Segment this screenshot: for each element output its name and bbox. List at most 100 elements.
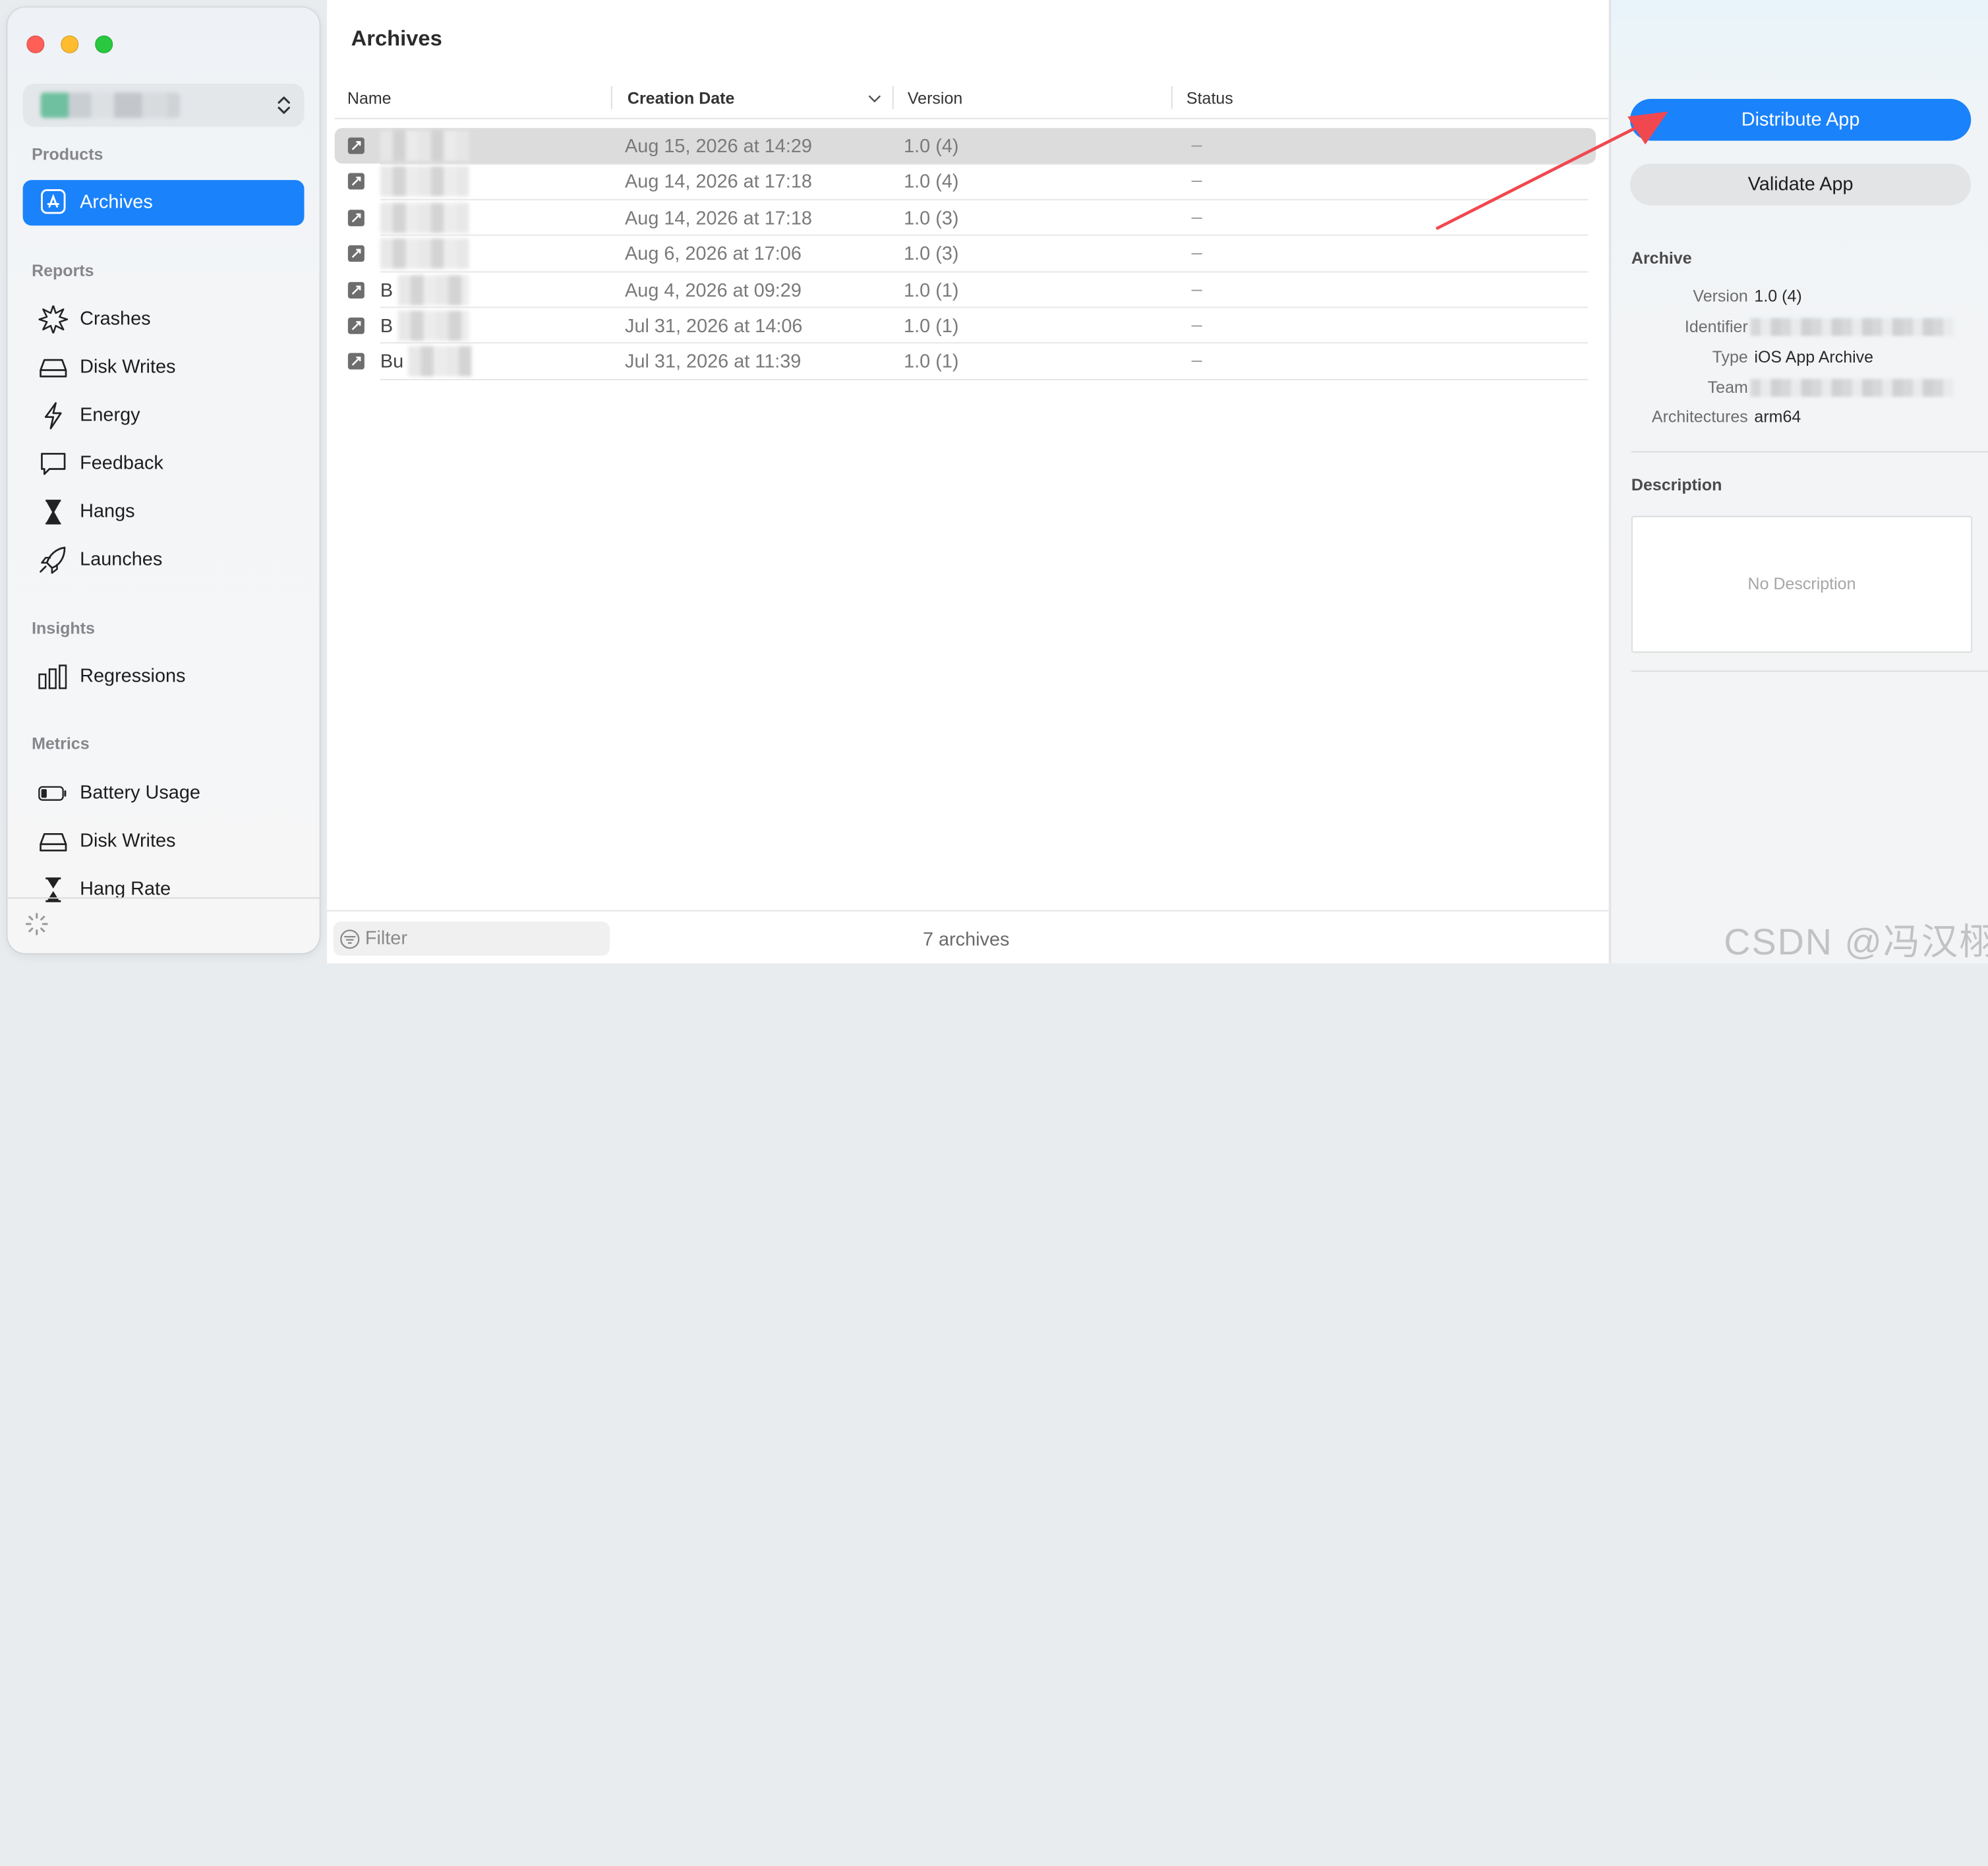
sidebar-footer-divider <box>7 897 320 899</box>
archive-date: Aug 4, 2026 at 09:29 <box>625 279 802 302</box>
inspector-divider <box>1631 670 1988 672</box>
archive-name: B <box>380 315 394 337</box>
archive-version: 1.0 (3) <box>904 208 959 230</box>
sidebar-item-label: Archives <box>80 191 153 214</box>
archive-status: – <box>1191 349 1202 372</box>
sidebar-item-hangs[interactable]: Hangs <box>23 489 305 535</box>
archive-date: Aug 15, 2026 at 14:29 <box>625 135 812 158</box>
table-row[interactable]: B Jul 31, 2026 at 14:06 1.0 (1) – <box>335 308 1596 343</box>
sidebar-item-label: Crashes <box>80 308 151 330</box>
table-row[interactable]: B Aug 4, 2026 at 09:29 1.0 (1) – <box>335 272 1596 308</box>
table-row[interactable]: Aug 14, 2026 at 17:18 1.0 (3) – <box>335 200 1596 236</box>
footer-divider <box>327 910 1609 912</box>
row-divider <box>380 378 1589 380</box>
redacted-name <box>380 131 469 161</box>
activity-spinner-icon <box>25 912 48 935</box>
app-store-icon <box>41 189 66 214</box>
table-row[interactable]: Aug 14, 2026 at 17:18 1.0 (4) – <box>335 163 1596 199</box>
redacted-name <box>380 165 469 197</box>
field-key-version: Version <box>1693 286 1748 306</box>
sidebar-item-label: Hangs <box>80 500 135 523</box>
archive-date: Jul 31, 2026 at 14:06 <box>625 315 803 337</box>
bolt-icon <box>44 402 62 430</box>
sidebar-item-label: Feedback <box>80 452 163 475</box>
watermark: CSDN @冯汉栩 <box>1724 922 1988 964</box>
bars-icon <box>38 664 67 689</box>
distribute-app-button[interactable]: Distribute App <box>1629 98 1972 141</box>
archive-status: – <box>1191 242 1202 264</box>
archive-version: 1.0 (4) <box>904 171 959 193</box>
redacted-name <box>397 275 469 306</box>
archives-list-pane: Archives Name Creation Date Version Stat… <box>327 0 1609 964</box>
archive-status: – <box>1191 134 1202 156</box>
archive-icon <box>347 353 365 370</box>
redacted-identifier <box>1750 318 1954 336</box>
sidebar: Products Archives Reports Crashes Disk W… <box>7 7 320 954</box>
hourglass-icon <box>45 500 61 525</box>
field-key-team: Team <box>1707 378 1748 397</box>
table-row[interactable]: Bu Jul 31, 2026 at 11:39 1.0 (1) – <box>335 343 1596 379</box>
sidebar-item-disk-writes-metric[interactable]: Disk Writes <box>23 819 305 864</box>
section-header-insights: Insights <box>32 618 95 638</box>
archive-version: 1.0 (1) <box>904 279 959 302</box>
speech-bubble-icon <box>41 453 66 475</box>
minimize-window-button[interactable] <box>61 35 79 53</box>
filter-icon <box>340 929 360 949</box>
hourglass-icon <box>45 877 61 902</box>
table-row[interactable]: Aug 15, 2026 at 14:29 1.0 (4) – <box>334 128 1596 164</box>
sidebar-item-label: Disk Writes <box>80 356 176 378</box>
column-header-creation-date[interactable]: Creation Date <box>628 89 735 108</box>
archive-icon <box>347 317 365 334</box>
archive-icon <box>347 173 365 190</box>
description-field[interactable]: No Description <box>1631 515 1973 653</box>
archive-date: Aug 14, 2026 at 17:18 <box>625 171 812 193</box>
close-window-button[interactable] <box>26 35 45 53</box>
battery-icon <box>38 786 67 801</box>
crash-icon <box>38 305 69 334</box>
archive-name: Bu <box>380 351 404 373</box>
chevron-down-icon <box>868 95 881 103</box>
sidebar-item-feedback[interactable]: Feedback <box>23 441 305 486</box>
redacted-name <box>397 310 469 341</box>
archive-heading: Archive <box>1631 248 1692 268</box>
sidebar-item-hang-rate[interactable]: Hang Rate <box>23 867 305 912</box>
archive-version: 1.0 (4) <box>904 135 959 158</box>
disk-icon <box>40 359 67 378</box>
archive-status: – <box>1191 206 1202 229</box>
archive-date: Aug 6, 2026 at 17:06 <box>625 243 802 265</box>
column-header-version[interactable]: Version <box>908 89 962 108</box>
annotation-arrow-icon <box>1436 111 1668 230</box>
sidebar-item-battery-usage[interactable]: Battery Usage <box>23 771 305 816</box>
sidebar-item-label: Battery Usage <box>80 782 200 804</box>
column-header-name[interactable]: Name <box>347 89 392 108</box>
sidebar-item-crashes[interactable]: Crashes <box>23 297 305 342</box>
team-avatar <box>40 92 181 118</box>
sidebar-item-label: Hang Rate <box>80 878 171 900</box>
page-title: Archives <box>351 26 442 51</box>
filter-placeholder: Filter <box>365 927 407 950</box>
sidebar-item-regressions[interactable]: Regressions <box>23 654 305 699</box>
archive-version: 1.0 (1) <box>904 351 959 373</box>
archive-status: – <box>1191 169 1202 192</box>
sidebar-item-launches[interactable]: Launches <box>23 537 305 583</box>
sidebar-item-disk-writes[interactable]: Disk Writes <box>23 345 305 390</box>
rocket-icon <box>40 546 66 574</box>
sidebar-item-energy[interactable]: Energy <box>23 393 305 438</box>
column-header-status[interactable]: Status <box>1186 89 1233 108</box>
sidebar-item-label: Disk Writes <box>80 830 176 852</box>
validate-app-button[interactable]: Validate App <box>1629 163 1972 206</box>
zoom-window-button[interactable] <box>95 35 113 53</box>
redacted-name <box>380 202 469 233</box>
team-picker[interactable] <box>22 83 305 127</box>
sidebar-item-archives[interactable]: Archives <box>22 180 305 226</box>
filter-input[interactable]: Filter <box>333 921 610 956</box>
table-row[interactable]: Aug 6, 2026 at 17:06 1.0 (3) – <box>335 236 1596 272</box>
archive-icon <box>347 210 365 227</box>
archive-version: 1.0 (1) <box>904 315 959 337</box>
column-divider <box>1171 86 1173 109</box>
archive-status: – <box>1191 279 1202 301</box>
field-value-version: 1.0 (4) <box>1754 286 1802 306</box>
archive-name: B <box>380 279 394 302</box>
column-divider <box>892 86 894 109</box>
archive-count: 7 archives <box>922 929 1010 951</box>
